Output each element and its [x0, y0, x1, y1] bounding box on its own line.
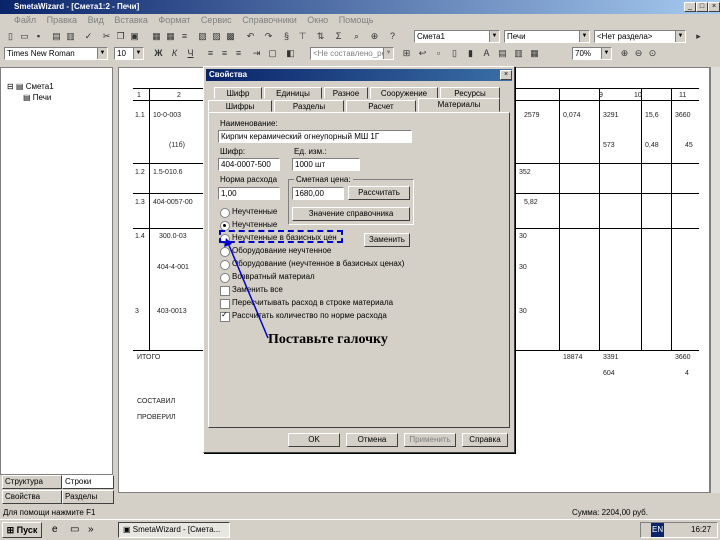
tab-label: Материалы — [437, 100, 481, 109]
arrow-line — [227, 242, 269, 339]
callout-arrow — [224, 238, 269, 339]
tab-materials[interactable]: Материалы — [418, 98, 500, 112]
taskbar: ⊞ Пуск e ▭ » ▣ SmetaWizard - [Смета... E… — [0, 519, 720, 540]
status-sum: Сумма: 2204,00 руб. — [572, 508, 648, 517]
task-label: SmetaWizard - [Смета... — [132, 525, 221, 534]
callout-text: Поставьте галочку — [268, 332, 388, 347]
clock: 16:27 — [691, 525, 712, 534]
language-indicator[interactable]: EN — [651, 523, 665, 537]
status-bar: Для помощи нажмите F1 Сумма: 2204,00 руб… — [0, 507, 720, 519]
start-label: Пуск — [16, 525, 38, 535]
quicklaunch-icon[interactable]: » — [88, 524, 94, 535]
taskbar-window-button[interactable]: ▣ SmetaWizard - [Смета... — [118, 522, 230, 538]
system-tray: EN 16:27 — [640, 522, 718, 538]
ie-icon[interactable]: e — [52, 524, 58, 535]
status-help: Для помощи нажмите F1 — [3, 508, 96, 517]
start-button[interactable]: ⊞ Пуск — [2, 522, 42, 538]
arrow-head — [224, 238, 232, 247]
desktop-icon[interactable]: ▭ — [70, 524, 79, 535]
